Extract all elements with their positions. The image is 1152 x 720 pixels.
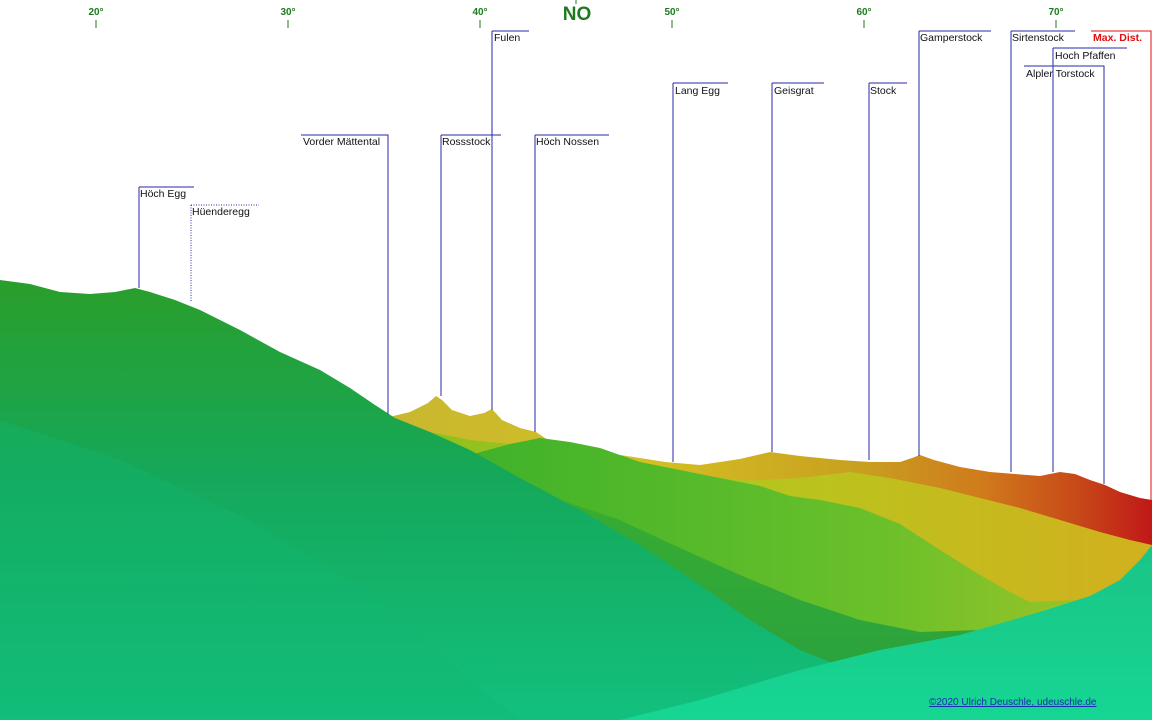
peak-hoch-pfaffen[interactable]: Hoch Pfaffen [1052, 47, 1127, 472]
peak-gamperstock[interactable]: Gamperstock [918, 30, 991, 456]
svg-text:Lang Egg: Lang Egg [675, 85, 720, 97]
svg-text:Geisgrat: Geisgrat [774, 85, 814, 97]
tick-label-50: 50° [664, 7, 679, 18]
svg-text:Rossstock: Rossstock [442, 136, 491, 148]
direction-label: NO [563, 4, 592, 25]
peak-alpler-torstock[interactable]: Alpler Torstock [1024, 65, 1105, 484]
svg-text:Gamperstock: Gamperstock [920, 32, 983, 44]
tick-label-30: 30° [280, 7, 295, 18]
svg-text:Hoch Pfaffen: Hoch Pfaffen [1055, 50, 1116, 62]
tick-label-40: 40° [472, 7, 487, 18]
peak-geisgrat[interactable]: Geisgrat [771, 82, 824, 452]
svg-text:Hüenderegg: Hüenderegg [192, 206, 250, 218]
copyright-link[interactable]: ©2020 Ulrich Deuschle, udeuschle.de [929, 697, 1096, 708]
peak-stock[interactable]: Stock [868, 82, 907, 460]
terrain [0, 280, 1152, 720]
svg-text:Max. Dist.: Max. Dist. [1093, 32, 1142, 44]
peak-lang-egg[interactable]: Lang Egg [672, 82, 728, 462]
peak-hoch-nossen[interactable]: Höch Nossen [534, 134, 609, 432]
peak-hoch-egg[interactable]: Höch Egg [138, 186, 194, 288]
svg-text:Fulen: Fulen [494, 32, 520, 44]
peak-huenderegg[interactable]: Hüenderegg [190, 204, 259, 302]
peak-sirtenstock[interactable]: Sirtenstock [1010, 30, 1075, 472]
compass-scale: 20° 30° 40° 50° 60° 70° NO [88, 0, 1064, 28]
svg-text:Sirtenstock: Sirtenstock [1012, 32, 1065, 44]
svg-text:Vorder Mättental: Vorder Mättental [303, 136, 380, 148]
svg-text:Höch Egg: Höch Egg [140, 188, 186, 200]
tick-label-70: 70° [1048, 7, 1063, 18]
max-distance-marker: Max. Dist. [1091, 30, 1152, 505]
panorama-view: 20° 30° 40° 50° 60° 70° NO Höch Egg Hüen… [0, 0, 1152, 720]
svg-text:Alpler Torstock: Alpler Torstock [1026, 68, 1095, 80]
peak-fulen[interactable]: Fulen [491, 30, 529, 410]
svg-text:Höch Nossen: Höch Nossen [536, 136, 599, 148]
tick-label-20: 20° [88, 7, 103, 18]
tick-label-60: 60° [856, 7, 871, 18]
svg-text:Stock: Stock [870, 85, 897, 97]
